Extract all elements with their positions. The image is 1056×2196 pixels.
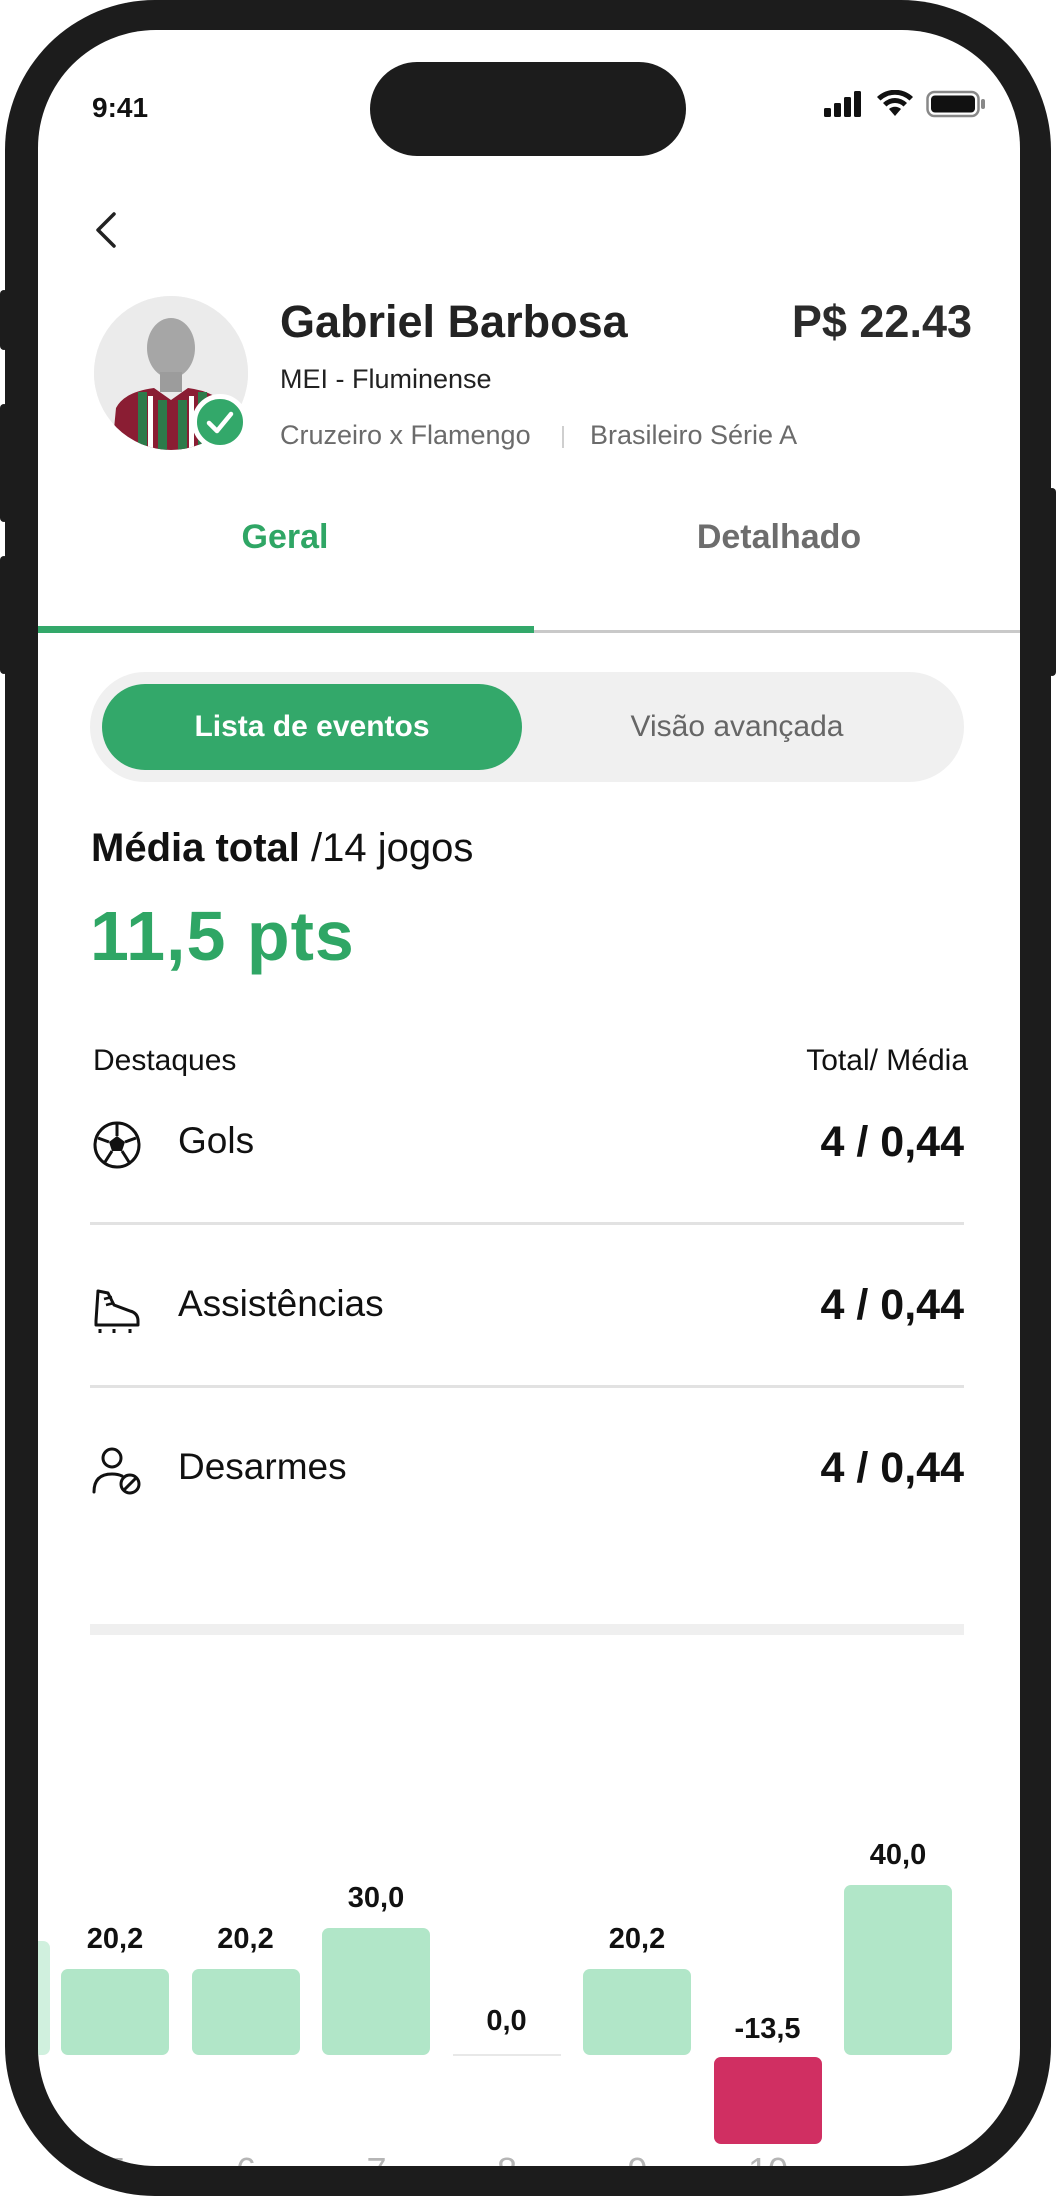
status-time: 9:41 [92, 92, 149, 123]
tab-geral[interactable]: Geral [38, 518, 532, 557]
chart-value-label: -13,5 [734, 2013, 801, 2045]
chart-value-label: 20,2 [608, 1923, 666, 1956]
chart-value-label: 30,0 [347, 1881, 405, 1914]
section-divider [90, 1624, 964, 1635]
stat-value-gols: 4 / 0,44 [820, 1118, 964, 1166]
destaques-title: Destaques [93, 1044, 237, 1077]
media-total-value: 11,5 pts [90, 897, 355, 975]
chart-bar[interactable] [583, 1969, 691, 2055]
tab-detalhado[interactable]: Detalhado [532, 518, 1020, 557]
stat-value-desarmes: 4 / 0,44 [820, 1444, 964, 1492]
phone-mute-button [0, 290, 8, 350]
chart-x-label: 8 [452, 2150, 562, 2166]
points-per-round-chart: 20,2 4 20,2 5 30,0 6 0,0 7 20,2 8 -13,5 9 40,0 10 [38, 1730, 1020, 2166]
cellular-signal-icon [824, 91, 861, 117]
row-divider [90, 1385, 964, 1388]
stat-label-assistencias: Assistências [178, 1283, 384, 1324]
chart-value-label: 20,2 [217, 1923, 274, 1956]
match-info: Cruzeiro x Flamengo [280, 420, 531, 450]
soccer-ball-icon [93, 1121, 141, 1169]
player-name: Gabriel Barbosa [280, 296, 628, 347]
media-total-title: Média total /14 jogos [91, 826, 473, 871]
media-total-label: Média total [91, 826, 300, 870]
soccer-shoe-icon [94, 1289, 140, 1333]
battery-icon [926, 90, 985, 118]
stat-label-gols: Gols [178, 1120, 255, 1161]
segment-visao-avancada[interactable]: Visão avançada [522, 684, 952, 770]
person-block-icon [92, 1447, 141, 1495]
chart-x-label: 7 [322, 2150, 432, 2166]
chart-bar[interactable] [191, 1969, 300, 2055]
match-separator [562, 426, 564, 448]
segment-lista-de-eventos[interactable]: Lista de eventos [102, 684, 522, 770]
chart-bar[interactable] [61, 1969, 169, 2055]
chart-x-label: 10 [713, 2150, 823, 2166]
chart-x-label: 4 [38, 2150, 40, 2166]
chart-value-label: 20,2 [86, 1923, 144, 1956]
chart-bar[interactable] [844, 1885, 952, 2055]
dynamic-island [370, 62, 686, 156]
phone-volume-down-button [0, 556, 8, 674]
stat-row-assistencias: Assistências 4 / 0,44 [90, 1255, 964, 1355]
back-chevron-icon[interactable] [88, 208, 128, 252]
verified-badge-icon [192, 394, 248, 450]
phone-volume-up-button [0, 404, 8, 522]
media-total-games: /14 jogos [299, 826, 474, 870]
chart-value-label: 0,0 [486, 2005, 527, 2037]
chart-bar[interactable] [713, 2057, 822, 2145]
chart-value-label: 40,0 [869, 1839, 927, 1871]
tab-active-indicator [38, 626, 534, 633]
phone-power-button [1048, 488, 1056, 676]
chart-bar[interactable] [322, 1927, 430, 2055]
screen: 9:41 Gabriel Barbosa P$ 22.43 MEI - Flum… [38, 30, 1020, 2166]
chart-bar[interactable] [452, 2054, 561, 2056]
view-segmented-control: Lista de eventos Visão avançada [90, 672, 964, 782]
wifi-icon [877, 90, 913, 116]
stat-value-assistencias: 4 / 0,44 [820, 1281, 964, 1329]
chart-x-label: 6 [191, 2150, 301, 2166]
status-icons [824, 90, 986, 118]
chart-x-label: 9 [583, 2150, 693, 2166]
chart-bar-partial [38, 1941, 50, 2055]
destaques-header-total-media: Total/ Média [806, 1044, 968, 1077]
stat-row-desarmes: Desarmes 4 / 0,44 [90, 1418, 964, 1518]
stat-row-gols: Gols 4 / 0,44 [90, 1092, 964, 1192]
chart-x-label: 5 [61, 2150, 171, 2166]
row-divider [90, 1222, 964, 1225]
league-info: Brasileiro Série A [590, 420, 798, 450]
player-position-team: MEI - Fluminense [280, 364, 492, 394]
stat-label-desarmes: Desarmes [178, 1446, 347, 1487]
player-price: P$ 22.43 [791, 296, 972, 347]
